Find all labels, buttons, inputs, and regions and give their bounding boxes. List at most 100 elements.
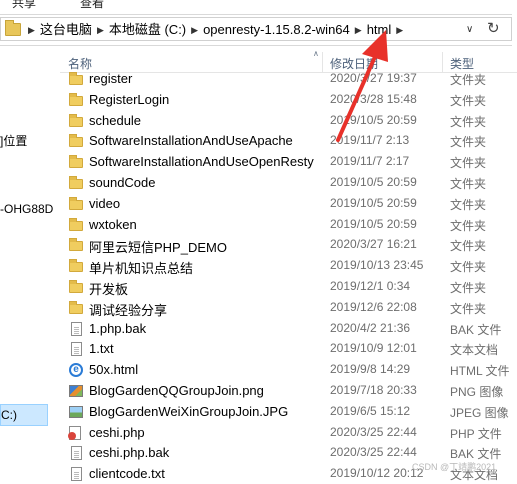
file-date: 2019/6/5 15:12	[330, 403, 411, 418]
folder-icon	[68, 196, 84, 211]
icon-glyph	[69, 385, 83, 397]
file-row[interactable]: SoftwareInstallationAndUseOpenResty 2019/…	[60, 151, 517, 172]
file-row[interactable]: register 2020/3/27 19:37 文件夹	[60, 68, 517, 89]
breadcrumb-this-pc[interactable]: 这台电脑	[37, 21, 95, 39]
file-row[interactable]: SoftwareInstallationAndUseApache 2019/11/…	[60, 130, 517, 151]
file-row[interactable]: 开发板 2019/12/1 0:34 文件夹	[60, 276, 517, 297]
sort-caret-icon: ∧	[313, 49, 319, 58]
folder-icon	[68, 134, 84, 148]
icon-glyph	[68, 425, 81, 440]
refresh-icon[interactable]: ↻	[487, 19, 500, 39]
file-date: 2019/9/8 14:29	[330, 362, 411, 377]
file-date: 2019/11/7 2:17	[330, 154, 410, 169]
breadcrumb-separator-icon[interactable]: ▶	[189, 21, 200, 39]
folder-icon	[68, 176, 84, 190]
nav-item-label: C:)	[1, 408, 17, 422]
file-date: 2020/3/28 15:48	[330, 91, 417, 106]
file-type: BAK 文件	[450, 322, 502, 337]
file-date: 2019/10/5 20:59	[330, 195, 417, 210]
file-name: clientcode.txt	[89, 466, 165, 482]
nav-item-location[interactable]: ]位置	[0, 132, 27, 149]
file-type: PHP 文件	[450, 426, 502, 441]
file-name: BlogGardenWeiXinGroupJoin.JPG	[89, 403, 289, 419]
address-field[interactable]: ▶ 这台电脑 ▶ 本地磁盘 (C:) ▶ openresty-1.15.8.2-win64…	[0, 17, 512, 41]
breadcrumb-separator-icon[interactable]: ▶	[353, 21, 364, 39]
file-row[interactable]: e 50x.html 2019/9/8 14:29 HTML 文件	[60, 359, 517, 380]
file-row[interactable]: RegisterLogin 2020/3/28 15:48 文件夹	[60, 89, 517, 110]
file-type: 文本文档	[450, 343, 499, 358]
icon-glyph	[69, 280, 83, 293]
file-row[interactable]: wxtoken 2019/10/5 20:59 文件夹	[60, 214, 517, 235]
file-date: 2019/7/18 20:33	[330, 383, 417, 397]
breadcrumb-separator-icon[interactable]: ▶	[95, 21, 106, 39]
address-bar: ▶ 这台电脑 ▶ 本地磁盘 (C:) ▶ openresty-1.15.8.2-win64…	[0, 14, 512, 46]
file-row[interactable]: soundCode 2019/10/5 20:59 文件夹	[60, 172, 517, 193]
file-date: 2019/12/1 0:34	[330, 279, 411, 293]
breadcrumb-separator-icon[interactable]: ▶	[394, 21, 405, 39]
file-date: 2019/12/6 22:08	[330, 299, 417, 314]
folder-icon	[68, 280, 84, 294]
file-name: wxtoken	[89, 216, 137, 232]
icon-glyph	[69, 72, 83, 85]
folder-icon	[68, 92, 84, 107]
nav-item-selected-drive[interactable]: C:)	[0, 404, 48, 426]
html-file-icon: e	[68, 363, 84, 378]
breadcrumb-separator-icon[interactable]: ▶	[26, 21, 37, 39]
icon-glyph	[71, 446, 82, 461]
document-icon	[68, 446, 84, 461]
icon-glyph	[69, 300, 83, 314]
ribbon-tab-share[interactable]: 共享	[12, 0, 36, 11]
icon-glyph	[71, 342, 82, 357]
file-name: SoftwareInstallationAndUseOpenResty	[89, 154, 314, 170]
file-row[interactable]: 单片机知识点总结 2019/10/13 23:45 文件夹	[60, 255, 517, 276]
file-row[interactable]: ceshi.php 2020/3/25 22:44 PHP 文件	[60, 422, 517, 443]
file-type: 文件夹	[450, 197, 487, 212]
breadcrumb-openresty[interactable]: openresty-1.15.8.2-win64	[200, 21, 353, 39]
breadcrumb-html[interactable]: html	[364, 21, 395, 39]
file-type: 文件夹	[450, 281, 487, 295]
file-type: HTML 文件	[450, 364, 510, 379]
file-type: 文件夹	[450, 93, 487, 108]
file-name: 阿里云短信PHP_DEMO	[89, 240, 227, 256]
file-date: 2019/11/7 2:13	[330, 133, 410, 148]
file-row[interactable]: BlogGardenWeiXinGroupJoin.JPG 2019/6/5 15…	[60, 401, 517, 422]
file-row[interactable]: 阿里云短信PHP_DEMO 2020/3/27 16:21 文件夹	[60, 234, 517, 255]
file-name: 1.php.bak	[89, 320, 147, 336]
file-row[interactable]: 1.php.bak 2020/4/2 21:36 BAK 文件	[60, 318, 517, 339]
icon-glyph	[69, 113, 83, 127]
folder-icon	[68, 217, 84, 232]
breadcrumb: ▶ 这台电脑 ▶ 本地磁盘 (C:) ▶ openresty-1.15.8.2-win64…	[26, 21, 405, 39]
file-date: 2019/10/9 12:01	[330, 341, 417, 356]
file-row[interactable]: schedule 2019/10/5 20:59 文件夹	[60, 110, 517, 131]
file-date: 2020/3/27 16:21	[330, 237, 417, 252]
file-row[interactable]: 调试经验分享 2019/12/6 22:08 文件夹	[60, 297, 517, 318]
folder-icon	[68, 259, 84, 273]
file-type: 文件夹	[450, 218, 487, 233]
file-type: 文件夹	[450, 301, 487, 316]
file-row[interactable]: 1.txt 2019/10/9 12:01 文本文档	[60, 338, 517, 359]
breadcrumb-local-disk[interactable]: 本地磁盘 (C:)	[106, 21, 189, 39]
ribbon-strip: 共享 查看	[0, 0, 517, 12]
icon-glyph	[69, 155, 83, 169]
file-name: schedule	[89, 112, 142, 128]
file-name: video	[89, 195, 121, 211]
file-name: 调试经验分享	[89, 302, 168, 318]
document-icon	[68, 321, 84, 336]
file-date: 2019/10/5 20:59	[330, 175, 417, 189]
icon-glyph	[69, 238, 83, 252]
file-date: 2019/10/5 20:59	[330, 216, 417, 231]
file-type: 文件夹	[450, 73, 487, 87]
image-file-icon	[68, 384, 84, 398]
file-type: 文件夹	[450, 135, 487, 150]
chevron-down-icon[interactable]: ∨	[466, 21, 473, 39]
nav-item-computer[interactable]: -OHG88D	[0, 202, 53, 216]
file-row[interactable]: BlogGardenQQGroupJoin.png 2019/7/18 20:33…	[60, 380, 517, 401]
file-name: SoftwareInstallationAndUseApache	[89, 133, 293, 149]
icon-glyph	[69, 176, 83, 189]
file-row[interactable]: video 2019/10/5 20:59 文件夹	[60, 193, 517, 214]
file-name: soundCode	[89, 175, 156, 190]
icon-glyph	[69, 259, 83, 273]
image-file-icon	[68, 405, 84, 419]
ribbon-tab-view[interactable]: 查看	[80, 0, 104, 11]
file-type: JPEG 图像	[450, 405, 509, 420]
